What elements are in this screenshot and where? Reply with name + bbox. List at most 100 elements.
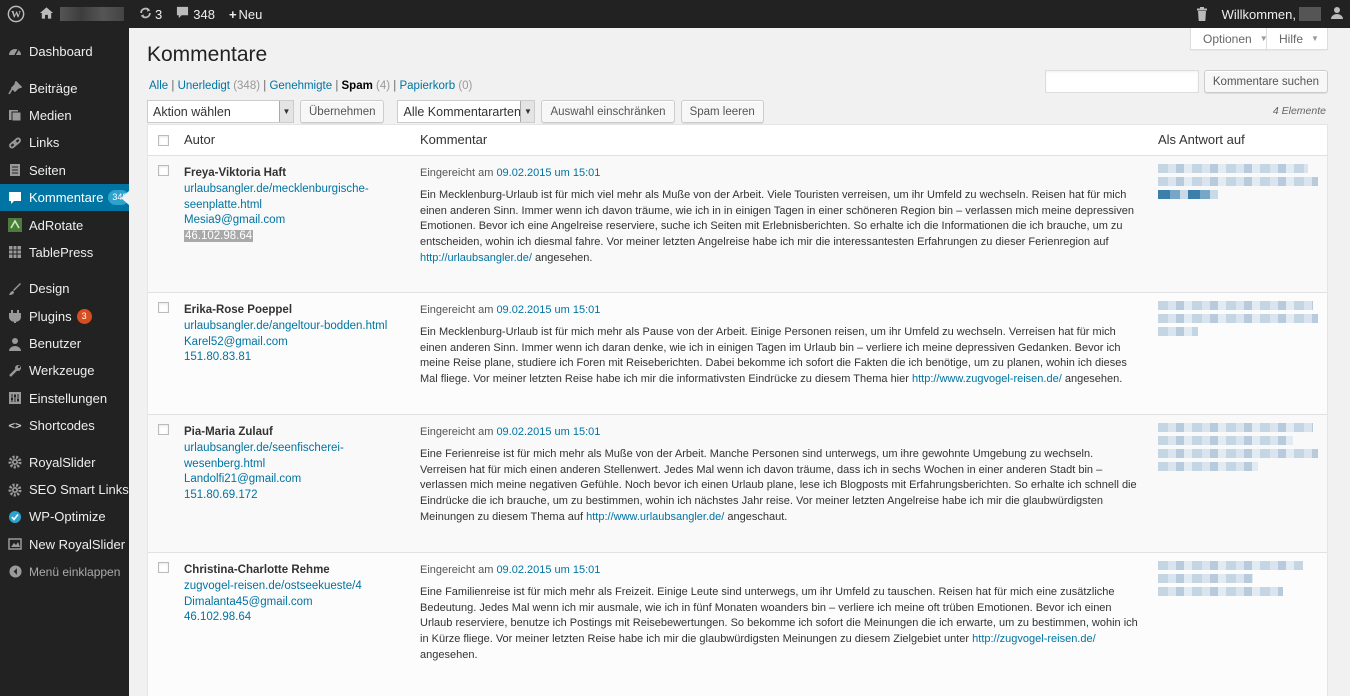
- apply-button[interactable]: Übernehmen: [300, 100, 385, 123]
- column-reply-to[interactable]: Als Antwort auf: [1158, 132, 1245, 147]
- reply-to-blurred[interactable]: [1158, 423, 1318, 475]
- select-all-checkbox[interactable]: [158, 135, 169, 146]
- comment-link[interactable]: http://urlaubsangler.de/: [420, 252, 532, 264]
- menu-new-royalslider[interactable]: New RoyalSlider: [0, 531, 129, 558]
- menu-tablepress[interactable]: TablePress: [0, 239, 129, 266]
- author-ip[interactable]: 151.80.83.81: [184, 350, 387, 366]
- adrotate-icon: [8, 218, 22, 233]
- author-url[interactable]: zugvogel-reisen.de/ostseekueste/4: [184, 579, 362, 595]
- author-name: Christina-Charlotte Rehme: [184, 564, 330, 576]
- filter-approved[interactable]: Genehmigte: [269, 80, 332, 92]
- comments-count-badge: 348: [108, 190, 129, 206]
- menu-comments[interactable]: Kommentare 348: [0, 183, 129, 212]
- comment-meta: Eingereicht am 09.02.2015 um 15:01: [420, 304, 601, 316]
- filter-spam[interactable]: Spam (4): [342, 80, 391, 92]
- menu-media[interactable]: Medien: [0, 102, 129, 129]
- caret-down-icon: ▼: [1311, 34, 1319, 43]
- menu-posts[interactable]: Beiträge: [0, 74, 129, 101]
- author-ip[interactable]: 46.102.98.64: [184, 230, 254, 243]
- help-button[interactable]: Hilfe ▼: [1266, 28, 1328, 50]
- menu-links[interactable]: Links: [0, 129, 129, 156]
- author-url[interactable]: urlaubsangler.de/mecklenburgische-seenpl…: [184, 182, 369, 214]
- admin-sidebar: Dashboard Beiträge Medien Links Seiten K…: [0, 28, 129, 696]
- account-menu[interactable]: Willkommen,: [1215, 0, 1350, 28]
- plugins-update-badge: 3: [76, 308, 92, 324]
- author-url[interactable]: urlaubsangler.de/seenfischerei-wesenberg…: [184, 441, 344, 473]
- comment-date-link[interactable]: 09.02.2015 um 15:01: [496, 564, 600, 576]
- author-ip[interactable]: 46.102.98.64: [184, 610, 362, 626]
- pin-icon: [8, 81, 22, 95]
- search-comments-button[interactable]: Kommentare suchen: [1203, 70, 1328, 93]
- comment-type-select[interactable]: Alle Kommentararten ▼: [397, 100, 536, 123]
- menu-dashboard[interactable]: Dashboard: [0, 38, 129, 65]
- menu-settings[interactable]: Einstellungen: [0, 385, 129, 412]
- author-email[interactable]: Karel52@gmail.com: [184, 335, 387, 351]
- author-ip[interactable]: 151.80.69.172: [184, 488, 344, 504]
- comments-count: 348: [193, 6, 215, 22]
- links-icon: [8, 136, 22, 150]
- filter-button[interactable]: Auswahl einschränken: [541, 100, 675, 123]
- comment-link[interactable]: http://www.urlaubsangler.de/: [586, 511, 724, 523]
- reply-to-blurred[interactable]: [1158, 164, 1318, 203]
- author-email[interactable]: Mesia9@gmail.com: [184, 213, 369, 229]
- site-name-button[interactable]: [32, 0, 131, 28]
- empty-spam-button[interactable]: Spam leeren: [680, 100, 764, 123]
- comment-link[interactable]: http://www.zugvogel-reisen.de/: [912, 373, 1062, 385]
- row-checkbox[interactable]: [158, 424, 169, 435]
- comments-button[interactable]: 348: [169, 0, 222, 28]
- filter-all[interactable]: Alle: [149, 80, 168, 92]
- filter-pending[interactable]: Unerledigt (348): [178, 80, 260, 92]
- comment-author: Christina-Charlotte Rehme zugvogel-reise…: [184, 563, 362, 626]
- comment-date-link[interactable]: 09.02.2015 um 15:01: [496, 304, 600, 316]
- updates-count: 3: [155, 6, 163, 22]
- menu-adrotate[interactable]: AdRotate: [0, 211, 129, 238]
- author-email[interactable]: Dimalanta45@gmail.com: [184, 595, 362, 611]
- menu-plugins[interactable]: Plugins 3: [0, 303, 129, 330]
- comment-link[interactable]: http://zugvogel-reisen.de/: [972, 633, 1096, 645]
- author-name: Pia-Maria Zulauf: [184, 426, 273, 438]
- reply-to-blurred[interactable]: [1158, 561, 1318, 600]
- menu-seo-smart-links[interactable]: SEO Smart Links: [0, 476, 129, 503]
- author-name: Freya-Viktoria Haft: [184, 167, 287, 179]
- comment-date-link[interactable]: 09.02.2015 um 15:01: [496, 167, 600, 179]
- username-blurred: [1299, 7, 1321, 21]
- menu-shortcodes[interactable]: <> Shortcodes: [0, 412, 129, 439]
- menu-users[interactable]: Benutzer: [0, 330, 129, 357]
- author-url[interactable]: urlaubsangler.de/angeltour-bodden.html: [184, 319, 387, 335]
- comment-author: Pia-Maria Zulauf urlaubsangler.de/seenfi…: [184, 425, 344, 504]
- code-icon: <>: [8, 419, 22, 433]
- row-checkbox[interactable]: [158, 165, 169, 176]
- comment-date-link[interactable]: 09.02.2015 um 15:01: [496, 426, 600, 438]
- reply-to-blurred[interactable]: [1158, 301, 1318, 340]
- wordpress-logo-icon[interactable]: W: [0, 0, 32, 28]
- search-input[interactable]: [1044, 70, 1199, 93]
- slider-icon: [8, 537, 22, 551]
- menu-wp-optimize[interactable]: WP-Optimize: [0, 503, 129, 530]
- table-icon: [8, 245, 22, 259]
- comment-meta: Eingereicht am 09.02.2015 um 15:01: [420, 426, 601, 438]
- comments-table: Autor Kommentar Als Antwort auf Freya-Vi…: [147, 124, 1328, 696]
- trash-icon[interactable]: [1189, 0, 1215, 28]
- bulk-action-select[interactable]: Aktion wählen ▼: [147, 100, 294, 123]
- refresh-icon: [138, 6, 153, 23]
- comment-body: Eingereicht am 09.02.2015 um 15:01 Eine …: [420, 425, 1142, 526]
- menu-pages[interactable]: Seiten: [0, 157, 129, 184]
- menu-royalslider[interactable]: RoyalSlider: [0, 448, 129, 475]
- menu-design[interactable]: Design: [0, 275, 129, 302]
- user-avatar-icon: [1331, 6, 1343, 22]
- new-content-button[interactable]: + Neu: [222, 0, 269, 28]
- author-name: Erika-Rose Poeppel: [184, 304, 293, 316]
- row-checkbox[interactable]: [158, 562, 169, 573]
- media-icon: [8, 108, 22, 122]
- screen-options-button[interactable]: Optionen ▼: [1190, 28, 1268, 50]
- menu-tools[interactable]: Werkzeuge: [0, 357, 129, 384]
- column-author[interactable]: Autor: [184, 132, 215, 147]
- row-checkbox[interactable]: [158, 302, 169, 313]
- comment-text: Eine Ferienreise ist für mich mehr als M…: [420, 447, 1137, 523]
- filter-trash[interactable]: Papierkorb (0): [399, 80, 472, 92]
- comments-icon: [8, 191, 22, 205]
- collapse-menu-button[interactable]: Menü einklappen: [0, 558, 129, 585]
- author-email[interactable]: Landolfi21@gmail.com: [184, 472, 344, 488]
- updates-button[interactable]: 3: [131, 0, 169, 28]
- new-label: Neu: [238, 6, 263, 22]
